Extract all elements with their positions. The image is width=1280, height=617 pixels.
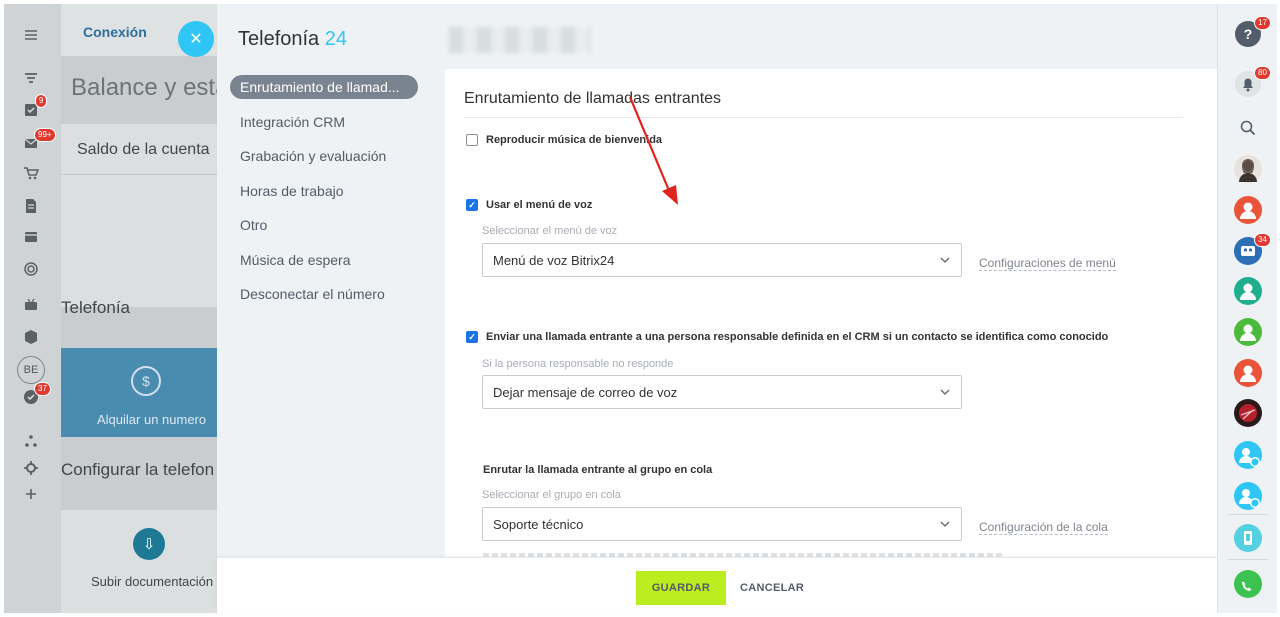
action-footer: GUARDAR CANCELAR (217, 557, 1217, 613)
avatar[interactable]: BE (17, 356, 45, 384)
chevron-down-icon (940, 521, 950, 528)
mobile-app-icon[interactable] (1234, 524, 1262, 552)
chevron-down-icon (940, 257, 950, 264)
mail-badge: 99+ (34, 128, 56, 142)
routing-settings-panel: Enrutamiento de llamadas entrantes Repro… (445, 69, 1217, 557)
plus-icon[interactable] (22, 485, 40, 503)
menu-icon[interactable] (22, 26, 40, 44)
close-icon: ✕ (189, 31, 203, 48)
user-avatar-orange[interactable] (1234, 196, 1262, 224)
balance-card-text: Saldo de la cuenta (77, 141, 210, 158)
background-page: Conexión ✕ Balance y estad Saldo de la c… (61, 4, 217, 613)
target-icon[interactable] (22, 260, 40, 278)
cart-icon[interactable] (22, 164, 40, 182)
divider (1228, 514, 1268, 515)
telephony-heading: Telefonía (61, 298, 130, 317)
section-divider (464, 117, 1183, 118)
search-icon[interactable] (1234, 114, 1262, 142)
connection-tab-label: Conexión (83, 24, 147, 40)
user-avatar-orange[interactable] (1234, 359, 1262, 387)
check-badge: 37 (34, 382, 51, 396)
open-line-user-icon[interactable] (1234, 441, 1262, 469)
voice-menu-checkbox[interactable]: ✓ (466, 199, 478, 211)
user-avatar-green[interactable] (1234, 318, 1262, 346)
user-photo-avatar[interactable] (1234, 399, 1262, 427)
crm-fallback-select-value: Dejar mensaje de correo de voz (493, 384, 678, 400)
crm-responsible-checkbox[interactable]: ✓ (466, 331, 478, 343)
open-line-user-icon[interactable] (1234, 482, 1262, 510)
right-rail: ? 17 80 34 (1217, 4, 1277, 613)
voice-menu-row[interactable]: ✓ Usar el menú de voz (466, 199, 592, 211)
phone-icon[interactable] (1234, 570, 1262, 598)
queue-group-select-value: Soporte técnico (493, 516, 584, 532)
blurred-number (449, 27, 591, 53)
queue-group-select[interactable]: Soporte técnico (482, 507, 962, 541)
phone-dollar-icon: $ (131, 366, 161, 396)
settings-menu: Enrutamiento de llamad... Integración CR… (230, 75, 420, 317)
crm-sublabel: Si la persona responsable no responde (482, 358, 674, 370)
divider (1228, 559, 1268, 560)
card-icon[interactable] (22, 228, 40, 246)
crm-responsible-row[interactable]: ✓ Enviar una llamada entrante a una pers… (466, 331, 1108, 343)
chevron-down-icon (940, 389, 950, 396)
menu-item-disconnect-number[interactable]: Desconectar el número (230, 282, 420, 306)
slider-title-main: Telefonía (238, 28, 320, 50)
upload-document-icon: ⇩ (133, 528, 165, 560)
sitemap-icon[interactable] (22, 432, 40, 450)
voice-menu-sublabel: Seleccionar el menú de voz (482, 225, 618, 237)
menu-item-call-routing[interactable]: Enrutamiento de llamad... (230, 75, 418, 99)
save-button[interactable]: GUARDAR (636, 571, 726, 605)
menu-item-working-hours[interactable]: Horas de trabajo (230, 179, 420, 203)
background-page-title: Balance y estad (71, 74, 217, 101)
queue-sublabel: Seleccionar el grupo en cola (482, 489, 621, 501)
tasks-badge: 9 (35, 94, 48, 108)
slider-title-accent: 24 (324, 28, 347, 50)
welcome-music-checkbox[interactable] (466, 134, 478, 146)
annotation-arrow (628, 96, 678, 205)
user-photo-avatar[interactable] (1234, 155, 1262, 183)
document-icon[interactable] (22, 197, 40, 215)
menu-item-crm-integration[interactable]: Integración CRM (230, 110, 420, 134)
crm-fallback-select[interactable]: Dejar mensaje de correo de voz (482, 375, 962, 409)
menu-item-other[interactable]: Otro (230, 213, 420, 237)
user-avatar-teal[interactable] (1234, 277, 1262, 305)
voice-menu-select[interactable]: Menú de voz Bitrix24 (482, 243, 962, 277)
telephony-slider: Telefonía 24 Enrutamiento de llamad... I… (217, 4, 1217, 613)
voice-menu-label: Usar el menú de voz (486, 199, 593, 211)
help-badge: 17 (1254, 16, 1271, 30)
voice-menu-select-value: Menú de voz Bitrix24 (493, 252, 615, 268)
queue-title: Enrutar la llamada entrante al grupo en … (483, 464, 713, 476)
queue-settings-link[interactable]: Configuración de la cola (979, 520, 1108, 535)
menu-item-hold-music[interactable]: Música de espera (230, 248, 420, 272)
rent-number-label: Alquilar un numero (97, 412, 207, 427)
close-slider-button[interactable]: ✕ (178, 21, 214, 57)
crm-responsible-label: Enviar una llamada entrante a una person… (486, 331, 1109, 343)
robot-icon[interactable] (22, 296, 40, 314)
box-icon[interactable] (22, 328, 40, 346)
gear-icon[interactable] (22, 459, 40, 477)
divider (61, 174, 217, 175)
filter-icon[interactable] (22, 70, 40, 88)
menu-settings-link[interactable]: Configuraciones de menú (979, 256, 1116, 271)
notifications-badge: 80 (1254, 66, 1271, 80)
svg-text:?: ? (1244, 26, 1253, 42)
cancel-button[interactable]: CANCELAR (740, 571, 804, 605)
menu-item-recording[interactable]: Grabación y evaluación (230, 144, 420, 168)
upload-docs-tile (61, 510, 217, 613)
slider-title: Telefonía 24 (238, 28, 347, 51)
configure-telephony-heading: Configurar la telefon (61, 460, 215, 479)
group-chat-badge: 34 (1254, 233, 1271, 247)
left-app-rail: 9 99+ BE 37 (4, 4, 61, 613)
upload-docs-label: Subir documentación (91, 574, 214, 589)
